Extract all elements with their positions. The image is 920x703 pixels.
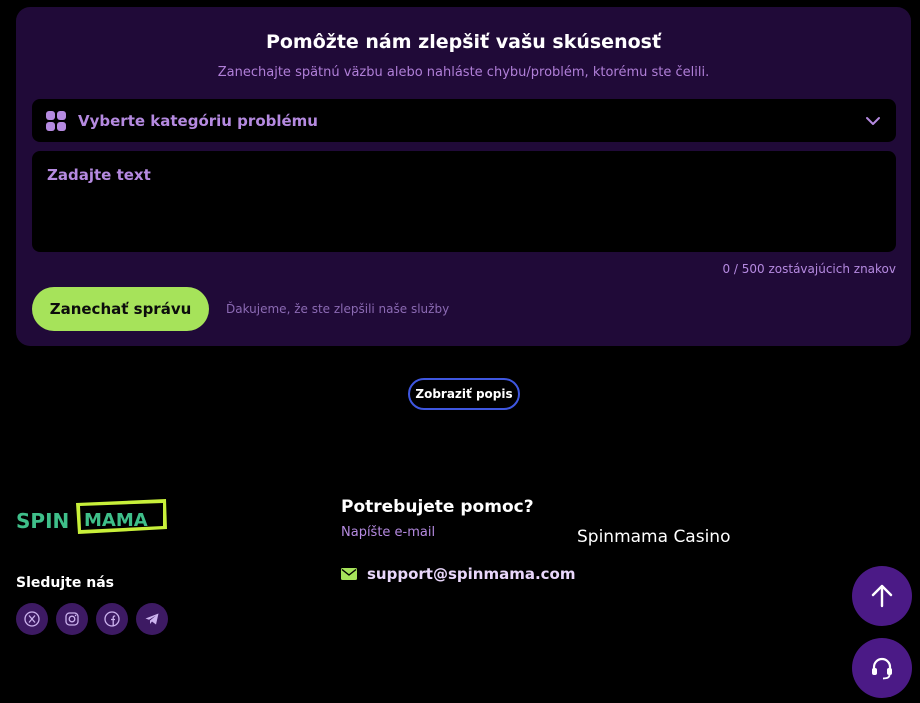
x-icon[interactable] <box>16 603 48 635</box>
scroll-to-top-button[interactable] <box>852 566 912 626</box>
feedback-subtitle: Zanechajte spätnú väzbu alebo nahláste c… <box>217 65 710 80</box>
facebook-icon[interactable] <box>96 603 128 635</box>
feedback-card: Pomôžte nám zlepšiť vašu skúsenosť Zanec… <box>16 7 911 346</box>
grid-icon <box>46 110 66 131</box>
support-email-link[interactable]: support@spinmama.com <box>341 565 575 583</box>
support-email: support@spinmama.com <box>367 565 576 583</box>
chevron-down-icon <box>866 116 880 125</box>
text-placeholder: Zadajte text <box>47 166 151 184</box>
help-subtitle: Napíšte e-mail <box>341 525 436 540</box>
instagram-icon[interactable] <box>56 603 88 635</box>
help-title: Potrebujete pomoc? <box>341 497 534 517</box>
show-description-button[interactable]: Zobraziť popis <box>408 378 520 410</box>
feedback-text-input[interactable]: Zadajte text <box>32 151 896 252</box>
category-placeholder: Vyberte kategóriu problému <box>78 111 318 130</box>
spinmama-logo[interactable]: SPIN MAMA <box>16 497 168 537</box>
feedback-title: Pomôžte nám zlepšiť vašu skúsenosť <box>265 31 662 53</box>
arrow-up-icon <box>871 584 893 608</box>
headset-icon <box>872 657 892 680</box>
thanks-text: Ďakujeme, že ste zlepšili naše služby <box>226 302 450 316</box>
category-select[interactable]: Vyberte kategóriu problému <box>32 99 896 142</box>
telegram-icon[interactable] <box>136 603 168 635</box>
support-chat-button[interactable] <box>852 638 912 698</box>
logo-text-left: SPIN <box>16 509 69 533</box>
social-links <box>16 603 168 635</box>
char-counter: 0 / 500 zostávajúcich znakov <box>722 262 896 276</box>
submit-feedback-button[interactable]: Zanechať správu <box>32 287 209 331</box>
logo-text-right: MAMA <box>84 510 148 531</box>
mail-icon <box>341 568 357 580</box>
follow-label: Sledujte nás <box>16 575 114 591</box>
casino-name: Spinmama Casino <box>577 527 731 547</box>
